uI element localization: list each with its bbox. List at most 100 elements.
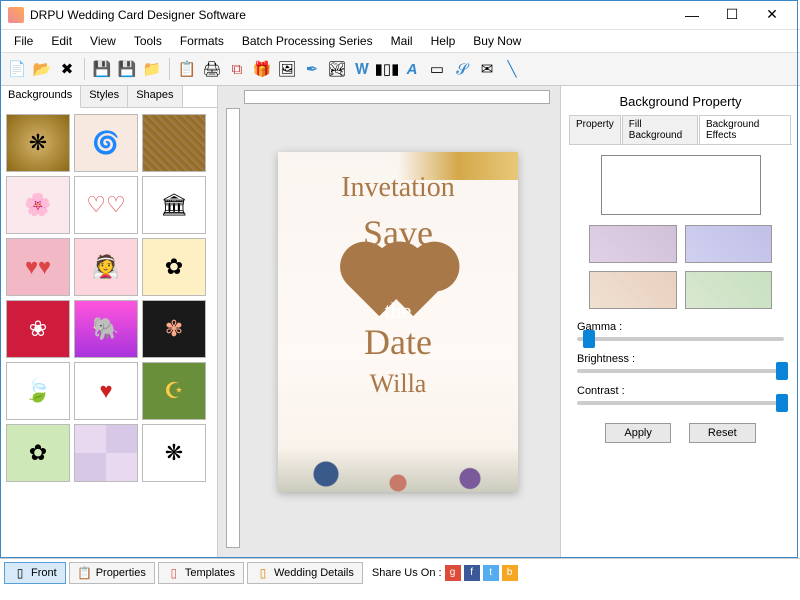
bg-thumb[interactable]: ❋	[6, 114, 70, 172]
brightness-group: Brightness :	[577, 353, 784, 373]
print-icon[interactable]: 🖨	[201, 58, 223, 80]
bottom-bar: ▯Front 📋Properties ▯Templates ▯Wedding D…	[0, 558, 800, 586]
googleplus-icon[interactable]: g	[445, 565, 461, 581]
saveas-icon[interactable]: 💾	[116, 58, 138, 80]
menu-tools[interactable]: Tools	[126, 32, 170, 50]
bg-thumb[interactable]: 🏛	[142, 176, 206, 234]
contrast-slider[interactable]	[577, 401, 784, 405]
line-icon[interactable]: ╲	[501, 58, 523, 80]
bg-thumb[interactable]: ☪	[142, 362, 206, 420]
barcode-icon[interactable]: ▮▯▮	[376, 58, 398, 80]
tab-background-effects[interactable]: Background Effects	[699, 115, 791, 144]
tab-backgrounds[interactable]: Backgrounds	[0, 86, 81, 108]
bg-thumb[interactable]: ✿	[6, 424, 70, 482]
ruler-vertical	[226, 108, 240, 548]
panel-buttons: Apply Reset	[569, 423, 792, 443]
reset-button[interactable]: Reset	[689, 423, 756, 443]
titlebar: DRPU Wedding Card Designer Software — ☐ …	[0, 0, 800, 30]
menu-view[interactable]: View	[82, 32, 124, 50]
brightness-label: Brightness :	[577, 353, 784, 365]
bg-thumb[interactable]: ✾	[142, 300, 206, 358]
bg-thumb[interactable]: 🍃	[6, 362, 70, 420]
gamma-label: Gamma :	[577, 321, 784, 333]
shape-icon[interactable]: ▭	[426, 58, 448, 80]
maximize-button[interactable]: ☐	[712, 1, 752, 29]
bg-thumb[interactable]	[74, 424, 138, 482]
panel-title: Background Property	[569, 94, 792, 109]
text-icon[interactable]: A	[401, 58, 423, 80]
front-icon: ▯	[13, 566, 27, 580]
signature-icon[interactable]: 𝓢	[451, 58, 473, 80]
bg-thumb[interactable]: 👰	[74, 238, 138, 296]
close-button[interactable]: ✕	[752, 1, 792, 29]
menu-mail[interactable]: Mail	[383, 32, 421, 50]
texture-option[interactable]	[685, 271, 773, 309]
separator	[169, 58, 170, 80]
save-icon[interactable]: 💾	[91, 58, 113, 80]
brightness-slider[interactable]	[577, 369, 784, 373]
tab-styles[interactable]: Styles	[81, 86, 128, 107]
texture-option[interactable]	[589, 271, 677, 309]
bg-thumb[interactable]: 🌀	[74, 114, 138, 172]
gift-icon[interactable]: 🎁	[251, 58, 273, 80]
picture-icon[interactable]: 🏞	[326, 58, 348, 80]
card-date-text: Date	[278, 321, 518, 363]
left-panel: Backgrounds Styles Shapes ❋ 🌀 🌸 ♡♡ 🏛 ♥♥ …	[0, 86, 218, 558]
bg-thumb[interactable]: ♥	[74, 362, 138, 420]
bg-thumb[interactable]: ♥♥	[6, 238, 70, 296]
texture-option[interactable]	[685, 225, 773, 263]
bg-thumb[interactable]: ♡♡	[74, 176, 138, 234]
blogger-icon[interactable]: b	[502, 565, 518, 581]
twitter-icon[interactable]: t	[483, 565, 499, 581]
bg-thumb[interactable]: ✿	[142, 238, 206, 296]
export-icon[interactable]: 📁	[141, 58, 163, 80]
menubar: File Edit View Tools Formats Batch Proce…	[0, 30, 800, 52]
front-button[interactable]: ▯Front	[4, 562, 66, 584]
bg-thumb[interactable]	[142, 114, 206, 172]
canvas-area[interactable]: Invetation Save the Date Willa	[218, 86, 560, 558]
tab-fill-background[interactable]: Fill Background	[622, 115, 698, 144]
bg-thumb[interactable]: 🐘	[74, 300, 138, 358]
facebook-icon[interactable]: f	[464, 565, 480, 581]
menu-help[interactable]: Help	[423, 32, 464, 50]
menu-formats[interactable]: Formats	[172, 32, 232, 50]
toolbar: 📄 📂 ✖ 💾 💾 📁 📋 🖨 ⧉ 🎁 🖼 ✒ 🏞 𝐖 ▮▯▮ A ▭ 𝓢 ✉ …	[0, 52, 800, 86]
apply-button[interactable]: Apply	[605, 423, 671, 443]
wedding-card[interactable]: Invetation Save the Date Willa	[278, 152, 518, 492]
menu-edit[interactable]: Edit	[43, 32, 80, 50]
bg-thumb[interactable]: ❋	[142, 424, 206, 482]
bg-thumb[interactable]: 🌸	[6, 176, 70, 234]
delete-icon[interactable]: ✖	[56, 58, 78, 80]
menu-batch[interactable]: Batch Processing Series	[234, 32, 381, 50]
right-tabs: Property Fill Background Background Effe…	[569, 115, 792, 145]
pen-icon[interactable]: ✒	[301, 58, 323, 80]
app-icon	[8, 7, 24, 23]
bg-thumb[interactable]: ❀	[6, 300, 70, 358]
copy-icon[interactable]: ⧉	[226, 58, 248, 80]
floral-graphic	[278, 402, 518, 492]
document-icon[interactable]: 📋	[176, 58, 198, 80]
menu-buynow[interactable]: Buy Now	[465, 32, 529, 50]
tab-property[interactable]: Property	[569, 115, 621, 144]
wedding-details-button[interactable]: ▯Wedding Details	[247, 562, 363, 584]
gamma-slider[interactable]	[577, 337, 784, 341]
open-icon[interactable]: 📂	[31, 58, 53, 80]
left-tabs: Backgrounds Styles Shapes	[0, 86, 217, 108]
mail-icon[interactable]: ✉	[476, 58, 498, 80]
details-icon: ▯	[256, 566, 270, 580]
wordart-icon[interactable]: 𝐖	[351, 58, 373, 80]
background-grid: ❋ 🌀 🌸 ♡♡ 🏛 ♥♥ 👰 ✿ ❀ 🐘 ✾ 🍃 ♥ ☪ ✿ ❋	[0, 108, 217, 558]
gold-accent	[398, 152, 518, 180]
card-name-text: Willa	[278, 369, 518, 399]
texture-option[interactable]	[589, 225, 677, 263]
templates-button[interactable]: ▯Templates	[158, 562, 244, 584]
ruler-horizontal	[244, 90, 550, 104]
minimize-button[interactable]: —	[672, 1, 712, 29]
properties-button[interactable]: 📋Properties	[69, 562, 155, 584]
separator	[84, 58, 85, 80]
new-icon[interactable]: 📄	[6, 58, 28, 80]
effect-preview	[601, 155, 761, 215]
menu-file[interactable]: File	[6, 32, 41, 50]
tab-shapes[interactable]: Shapes	[128, 86, 182, 107]
image-icon[interactable]: 🖼	[276, 58, 298, 80]
